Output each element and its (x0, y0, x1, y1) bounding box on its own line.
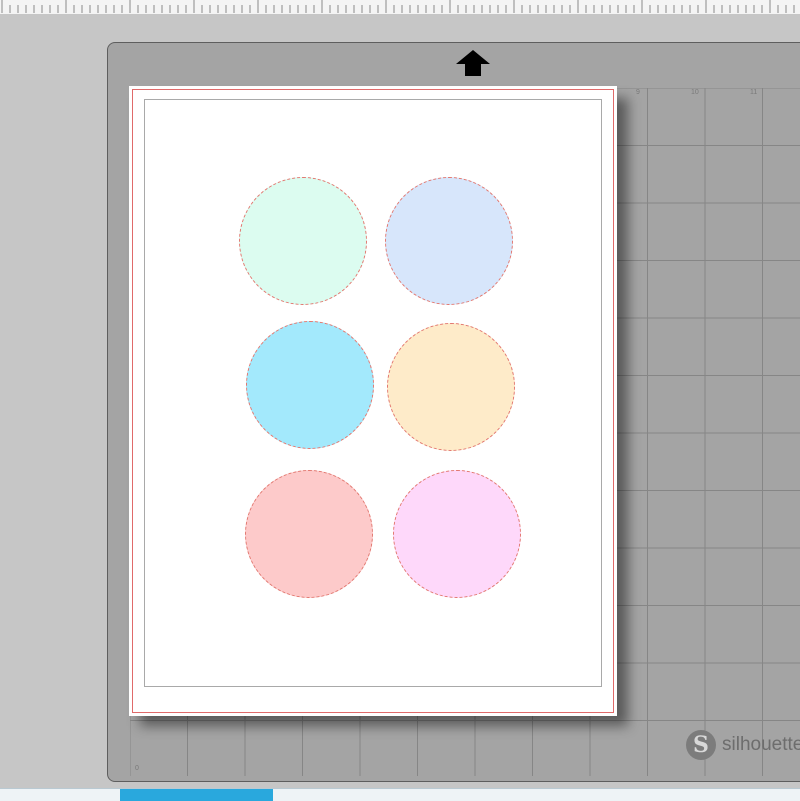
circle-light-blue[interactable] (385, 177, 513, 305)
mat-column-number: 9 (636, 89, 640, 96)
silhouette-logo-icon: S (686, 730, 716, 760)
mat-column-number: 11 (750, 89, 758, 96)
feed-up-arrow-icon[interactable] (455, 48, 491, 78)
circle-cyan[interactable] (246, 321, 374, 449)
circle-mint[interactable] (239, 177, 367, 305)
status-bar (0, 788, 800, 801)
mat-column-number: 10 (691, 89, 699, 96)
brand-name: silhouette (722, 734, 800, 755)
circle-peach[interactable] (387, 323, 515, 451)
top-ruler (0, 0, 800, 15)
active-status-tab[interactable] (120, 789, 273, 801)
mat-corner-number: 0 (135, 765, 139, 772)
silhouette-logo: S silhouette (686, 730, 800, 760)
circle-pink[interactable] (393, 470, 521, 598)
circle-salmon[interactable] (245, 470, 373, 598)
